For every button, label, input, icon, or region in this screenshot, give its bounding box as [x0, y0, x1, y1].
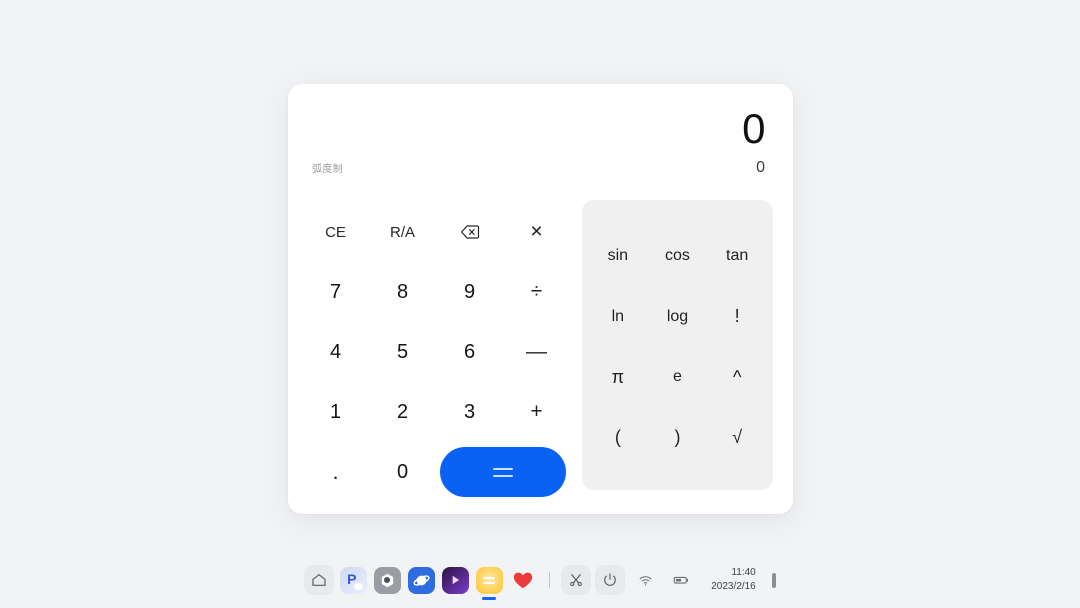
- key-subtract-label: —: [526, 340, 547, 363]
- taskbar-browser-icon[interactable]: [406, 565, 436, 595]
- taskbar-settings-icon[interactable]: [372, 565, 402, 595]
- key-sqrt-label: √: [732, 427, 743, 448]
- key-5[interactable]: 5: [369, 322, 436, 382]
- taskbar-calculator-icon[interactable]: [474, 565, 504, 595]
- equals-glyph: [493, 467, 513, 477]
- key-1[interactable]: 1: [302, 382, 369, 442]
- key-sin[interactable]: sin: [588, 226, 648, 287]
- key-4-label: 4: [329, 340, 342, 363]
- scientific-panel: sin cos tan ln log! π e ^ () √: [582, 200, 773, 490]
- key-add[interactable]: +: [503, 382, 570, 442]
- key-7[interactable]: 7: [302, 262, 369, 322]
- key-log[interactable]: log: [648, 287, 708, 348]
- key-cos[interactable]: cos: [648, 226, 708, 287]
- taskbar: P 11:40 2023/2/16: [0, 552, 1080, 608]
- key-3-label: 3: [463, 400, 476, 423]
- files-icon: P: [339, 566, 367, 594]
- key-equals[interactable]: [440, 447, 566, 497]
- key-2[interactable]: 2: [369, 382, 436, 442]
- key-6[interactable]: 6: [436, 322, 503, 382]
- taskbar-files-icon[interactable]: P: [338, 565, 368, 595]
- taskbar-screenshot-button[interactable]: [561, 565, 592, 595]
- key-ra-label: R/A: [389, 223, 415, 241]
- key-pi-label: π: [611, 366, 625, 387]
- heart-icon: [514, 572, 533, 589]
- key-power[interactable]: ^: [707, 347, 767, 408]
- key-sqrt[interactable]: √: [707, 408, 767, 469]
- key-e[interactable]: e: [648, 347, 708, 408]
- key-sin-label: sin: [607, 247, 629, 265]
- key-4[interactable]: 4: [302, 322, 369, 382]
- taskbar-clock[interactable]: 11:40 2023/2/16: [711, 567, 756, 593]
- settings-icon: [373, 566, 401, 594]
- backspace-icon: [460, 225, 479, 239]
- video-player-icon: [441, 566, 469, 594]
- home-icon: [312, 574, 326, 586]
- key-divide[interactable]: ÷: [503, 262, 570, 322]
- taskbar-home-icon[interactable]: [304, 565, 335, 595]
- key-close-paren[interactable]: ): [648, 408, 708, 469]
- key-e-label: e: [673, 368, 682, 386]
- display-secondary-value: 0: [756, 159, 765, 176]
- key-tan[interactable]: tan: [707, 226, 767, 287]
- taskbar-divider: [549, 572, 551, 588]
- key-6-label: 6: [463, 340, 476, 363]
- key-divide-label: ÷: [530, 280, 543, 303]
- key-ln-label: ln: [611, 307, 625, 325]
- key-decimal-label: .: [332, 459, 339, 484]
- clock-date: 2023/2/16: [711, 581, 756, 592]
- power-icon: [604, 573, 617, 586]
- taskbar-health-icon[interactable]: [508, 565, 538, 595]
- taskbar-handle[interactable]: [771, 572, 776, 588]
- wifi-icon[interactable]: [632, 567, 658, 593]
- key-multiply-label: ×: [530, 220, 543, 243]
- key-5-label: 5: [396, 340, 409, 363]
- clock-time: 11:40: [731, 567, 756, 578]
- calculator-window: 0 0 弧度制 CE R/A × 7 8 9 ÷ 4 5 6 — 1 2 3 +. 0 sin cos tan ln…: [288, 84, 793, 514]
- key-ln[interactable]: ln: [588, 287, 648, 348]
- key-log-label: log: [666, 307, 689, 325]
- key-8-label: 8: [396, 280, 409, 303]
- key-0[interactable]: 0: [369, 442, 436, 502]
- key-7-label: 7: [329, 280, 342, 303]
- display-primary-value: 0: [742, 105, 765, 152]
- key-add-label: +: [530, 400, 543, 423]
- key-factorial-label: !: [734, 306, 740, 327]
- angle-mode-label: 弧度制: [312, 164, 344, 175]
- key-decimal[interactable]: .: [302, 442, 369, 502]
- battery-icon[interactable]: [668, 567, 694, 593]
- key-pi[interactable]: π: [588, 347, 648, 408]
- key-backspace[interactable]: [436, 202, 503, 262]
- calculator-display: 0 0 弧度制: [288, 84, 793, 194]
- key-multiply[interactable]: ×: [503, 202, 570, 262]
- key-1-label: 1: [329, 400, 342, 423]
- browser-icon: [407, 566, 435, 594]
- calculator-keypad: CE R/A × 7 8 9 ÷ 4 5 6 — 1 2 3 +. 0: [302, 202, 570, 502]
- key-subtract[interactable]: —: [503, 322, 570, 382]
- key-factorial[interactable]: !: [707, 287, 767, 348]
- key-2-label: 2: [396, 400, 409, 423]
- key-clear-entry[interactable]: CE: [302, 202, 369, 262]
- calculator-icon: [475, 566, 503, 594]
- key-open-paren-label: (: [614, 427, 621, 448]
- taskbar-power-button[interactable]: [595, 565, 626, 595]
- key-cos-label: cos: [665, 247, 690, 265]
- key-tan-label: tan: [726, 247, 749, 265]
- key-ra[interactable]: R/A: [369, 202, 436, 262]
- key-0-label: 0: [396, 460, 409, 483]
- key-clear-entry-label: CE: [325, 223, 346, 241]
- key-power-label: ^: [732, 366, 742, 387]
- key-close-paren-label: ): [674, 427, 681, 448]
- taskbar-video-icon[interactable]: [440, 565, 470, 595]
- scissors-icon: [570, 574, 583, 587]
- key-9-label: 9: [463, 280, 476, 303]
- key-8[interactable]: 8: [369, 262, 436, 322]
- key-open-paren[interactable]: (: [588, 408, 648, 469]
- key-3[interactable]: 3: [436, 382, 503, 442]
- key-9[interactable]: 9: [436, 262, 503, 322]
